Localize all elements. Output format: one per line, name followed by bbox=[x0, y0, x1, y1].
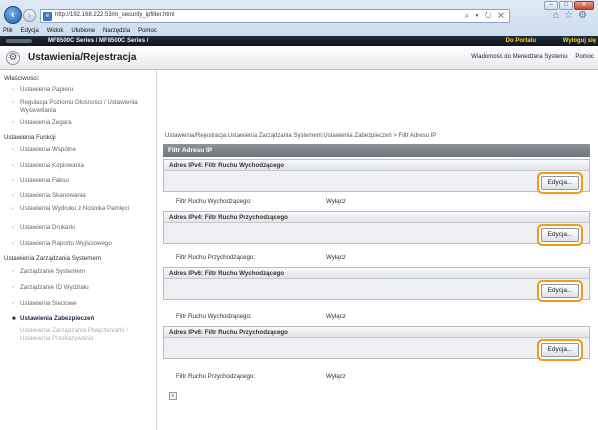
sidebar-group-function-settings: Ustawienia Funkcji bbox=[4, 134, 56, 141]
bullet-icon: ▫ bbox=[12, 100, 15, 106]
bullet-icon: ■ bbox=[12, 316, 16, 322]
header-links: Wiadomość do Menedżera Systemu Pomoc bbox=[465, 54, 594, 60]
address-bar[interactable]: e http://192.168.222.53/m_security_ipfil… bbox=[40, 9, 510, 23]
page-title: Ustawienia/Rejestracja bbox=[28, 52, 137, 63]
edit-button[interactable]: Edycja... bbox=[541, 284, 579, 298]
bullet-icon: ▫ bbox=[12, 285, 15, 291]
panel-title: Adres IPv4: Filtr Ruchu Przychodzącego bbox=[164, 212, 589, 223]
menu-edit[interactable]: Edycja bbox=[21, 27, 39, 36]
status-label: Filtr Ruchu Przychodzącego: bbox=[176, 373, 256, 380]
status-value: Wyłącz bbox=[326, 254, 346, 261]
bullet-icon: ▫ bbox=[12, 87, 15, 93]
sidebar-item-label: Ustawienia Wydruku z Nośnika Pamięci bbox=[20, 205, 129, 212]
sidebar-item-label: Ustawienia Raportu Wyjściowego bbox=[20, 240, 112, 247]
edit-button[interactable]: Edycja... bbox=[541, 343, 579, 357]
bullet-icon: ▫ bbox=[12, 225, 15, 231]
status-row-ipv4-inbound: Filtr Ruchu Przychodzącego: Wyłącz bbox=[176, 254, 346, 261]
address-controls[interactable]: ⌕ ▾ ↻ ✕ bbox=[465, 11, 506, 21]
browser-menubar: Plik Edycja Widok Ulubione Narzędzia Pom… bbox=[0, 27, 598, 36]
bullet-icon: ▫ bbox=[12, 269, 15, 275]
status-value: Wyłącz bbox=[326, 198, 346, 205]
menu-file[interactable]: Plik bbox=[3, 27, 13, 36]
menu-tools[interactable]: Narzędzia bbox=[103, 27, 130, 36]
bullet-icon: ▫ bbox=[12, 163, 15, 169]
help-link[interactable]: Pomoc bbox=[575, 54, 594, 60]
device-name-redacted bbox=[6, 39, 32, 43]
forward-button[interactable]: › bbox=[23, 9, 36, 22]
bullet-icon: ▫ bbox=[12, 241, 15, 247]
status-row-ipv4-outbound: Filtr Ruchu Wychodzącego: Wyłącz bbox=[176, 198, 346, 205]
sidebar-group-preferences: Właściwości: bbox=[4, 75, 40, 82]
logout-link[interactable]: Wyloguj się bbox=[563, 36, 596, 46]
panel-title: Adres IPv6: Filtr Ruchu Wychodzącego bbox=[164, 268, 589, 279]
bullet-icon: ▫ bbox=[12, 147, 15, 153]
main-content: Ustawienia/Rejestracja:Ustawienia Zarząd… bbox=[163, 71, 598, 430]
url-text[interactable]: http://192.168.222.53/m_security_ipfilte… bbox=[55, 12, 174, 18]
bullet-icon: ▫ bbox=[12, 120, 15, 126]
bullet-icon: ▫ bbox=[12, 178, 15, 184]
sidebar-item-label: Ustawienia Drukarki bbox=[20, 224, 76, 231]
sidebar-item-label: Ustawienia Skanowania bbox=[20, 192, 86, 199]
sidebar-item-label: Ustawienia Zarządzania Połączeniami / Us… bbox=[20, 327, 128, 342]
maximize-button[interactable]: □ bbox=[559, 1, 573, 10]
sidebar-item-label: Regulacja Poziomu Głośności / Ustawienia… bbox=[20, 99, 138, 114]
portal-link[interactable]: Do Portalu bbox=[506, 36, 536, 46]
page-header: ⚙ Ustawienia/Rejestracja Wiadomość do Me… bbox=[0, 46, 598, 70]
bullet-icon: ▫ bbox=[12, 193, 15, 199]
sidebar-item-label: Ustawienia Kopiowania bbox=[20, 162, 84, 169]
menu-view[interactable]: Widok bbox=[47, 27, 64, 36]
edit-button[interactable]: Edycja... bbox=[541, 176, 579, 190]
browser-chrome: – □ ✕ ‹ › e http://192.168.222.53/m_secu… bbox=[0, 0, 598, 46]
menu-help[interactable]: Pomoc bbox=[138, 27, 157, 36]
sidebar: Właściwości: ▫ Ustawienia Papieru ▫ Regu… bbox=[0, 71, 157, 430]
breadcrumb: Ustawienia/Rejestracja:Ustawienia Zarząd… bbox=[165, 133, 437, 139]
sidebar-item-label: Zarządzanie ID Wydziału bbox=[20, 284, 89, 291]
panel-ipv6-outbound: Adres IPv6: Filtr Ruchu Wychodzącego Edy… bbox=[163, 267, 590, 300]
panel-ipv6-inbound: Adres IPv6: Filtr Ruchu Przychodzącego E… bbox=[163, 326, 590, 359]
message-to-admin-link[interactable]: Wiadomość do Menedżera Systemu bbox=[471, 54, 567, 60]
sidebar-item-label: Ustawienia Papieru bbox=[20, 86, 74, 93]
gear-icon: ⚙ bbox=[6, 51, 20, 65]
section-title: Filtr Adresu IP bbox=[163, 144, 590, 157]
sidebar-item-label: Ustawienia Wspólne bbox=[20, 146, 77, 153]
panel-ipv4-inbound: Adres IPv4: Filtr Ruchu Przychodzącego E… bbox=[163, 211, 590, 244]
page-top-icon[interactable]: ≡ bbox=[169, 392, 177, 400]
status-label: Filtr Ruchu Wychodzącego: bbox=[176, 198, 252, 205]
status-row-ipv6-inbound: Filtr Ruchu Przychodzącego: Wyłącz bbox=[176, 373, 346, 380]
toolbar-icons[interactable]: ⌂☆⚙ bbox=[553, 10, 592, 21]
close-window-button[interactable]: ✕ bbox=[574, 1, 594, 10]
status-label: Filtr Ruchu Wychodzącego: bbox=[176, 313, 252, 320]
panel-title: Adres IPv6: Filtr Ruchu Przychodzącego bbox=[164, 327, 589, 338]
printer-model: MF8500C Series / MF8500C Series / bbox=[48, 38, 149, 44]
sidebar-item-label: Zarządzanie Systemem bbox=[20, 268, 85, 275]
edit-button[interactable]: Edycja... bbox=[541, 228, 579, 242]
sidebar-item-label: Ustawienia Sieciowe bbox=[20, 300, 77, 307]
panel-title: Adres IPv4: Filtr Ruchu Wychodzącego bbox=[164, 160, 589, 171]
status-value: Wyłącz bbox=[326, 373, 346, 380]
window-controls: – □ ✕ bbox=[544, 1, 594, 10]
sidebar-item-label: Ustawienia Zegara bbox=[20, 119, 72, 126]
back-button[interactable]: ‹ bbox=[4, 6, 22, 24]
menu-favorites[interactable]: Ulubione bbox=[71, 27, 95, 36]
bullet-icon: ▫ bbox=[12, 206, 15, 212]
sidebar-item-label: Ustawienia Faksu bbox=[20, 177, 69, 184]
sidebar-group-system-management: Ustawienia Zarządzania Systemem bbox=[4, 255, 101, 262]
site-favicon-icon: e bbox=[43, 12, 52, 21]
printer-bar: MF8500C Series / MF8500C Series / Do Por… bbox=[0, 36, 598, 46]
status-row-ipv6-outbound: Filtr Ruchu Wychodzącego: Wyłącz bbox=[176, 313, 346, 320]
status-value: Wyłącz bbox=[326, 313, 346, 320]
status-label: Filtr Ruchu Przychodzącego: bbox=[176, 254, 256, 261]
sidebar-item-label: Ustawienia Zabezpieczeń bbox=[20, 315, 95, 322]
panel-ipv4-outbound: Adres IPv4: Filtr Ruchu Wychodzącego Edy… bbox=[163, 159, 590, 192]
bullet-icon: ▫ bbox=[12, 301, 15, 307]
minimize-button[interactable]: – bbox=[544, 1, 558, 10]
